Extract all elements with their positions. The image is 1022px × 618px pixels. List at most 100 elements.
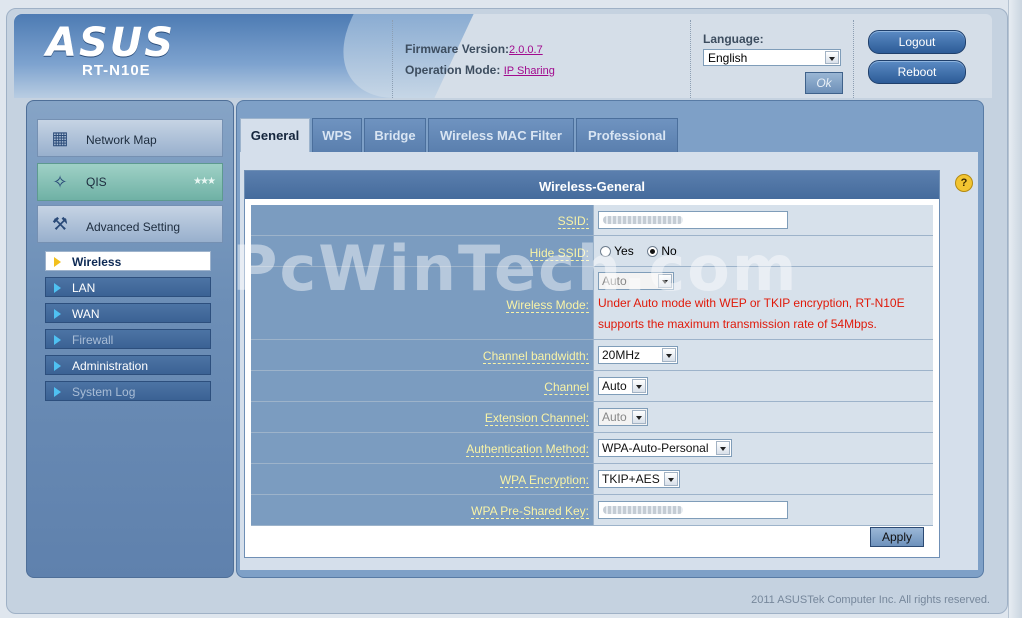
language-value: English [708,51,748,65]
magic-wand-icon: ✧ [52,172,68,192]
table-row: Extension Channel: Auto [251,402,933,433]
arrow-right-icon [54,387,61,397]
hide-ssid-label: Hide SSID: [529,246,589,261]
hide-ssid-yes-radio[interactable] [600,246,611,258]
table-row: Hide SSID: Yes No [251,236,933,267]
row-label-cell: Extension Channel: [251,402,594,432]
ssid-input[interactable] [598,211,788,229]
operation-mode-row: Operation Mode: IP Sharing [405,63,555,77]
row-value-cell: Yes No [594,236,933,266]
arrow-right-icon [54,361,61,371]
row-value-cell: Auto [594,371,933,401]
language-select[interactable]: English [703,49,841,66]
asus-logo: ASUS [46,20,176,66]
tab-bridge[interactable]: Bridge [364,118,426,152]
channel-bandwidth-value: 20MHz [602,348,641,362]
obscured-key [603,506,683,514]
wpa-psk-label: WPA Pre-Shared Key: [471,504,589,519]
row-value-cell [594,495,933,525]
wireless-mode-warning-line2: supports the maximum transmission rate o… [598,317,877,331]
tab-wps[interactable]: WPS [312,118,362,152]
extension-channel-value: Auto [602,410,627,424]
window-edge [1008,0,1022,618]
tab-professional[interactable]: Professional [576,118,678,152]
copyright-footer: 2011 ASUSTek Computer Inc. All rights re… [751,594,990,606]
extension-channel-label: Extension Channel: [484,411,589,426]
channel-select[interactable]: Auto [598,377,648,395]
chevron-down-icon [632,410,646,424]
tab-wireless-mac-filter[interactable]: Wireless MAC Filter [428,118,574,152]
sidebar-item-label: Firewall [72,333,114,347]
language-label: Language: [703,32,764,46]
auth-method-label: Authentication Method: [466,442,589,457]
chevron-down-icon [664,472,678,486]
arrow-right-icon [54,257,61,267]
menu-label: Advanced Setting [86,220,181,234]
sidebar-item-firewall[interactable]: Firewall [45,329,211,349]
sidebar-item-label: LAN [72,281,96,295]
sidebar-item-lan[interactable]: LAN [45,277,211,297]
row-label-cell: Authentication Method: [251,433,594,463]
obscured-ssid [603,216,683,224]
firmware-row: Firmware Version:2.0.0.7 [405,42,543,56]
table-row: Channel bandwidth: 20MHz [251,340,933,371]
menu-network-map[interactable]: ▦ Network Map [37,119,223,157]
sidebar: ▦ Network Map ✧ QIS ★★★ ⚒ Advanced Setti… [26,100,234,578]
channel-label: Channel [544,380,589,395]
sidebar-item-label: Administration [72,359,149,373]
firmware-block: Firmware Version:2.0.0.7 Operation Mode:… [392,20,691,98]
firmware-link[interactable]: 2.0.0.7 [509,44,543,56]
wireless-general-panel: Wireless-General SSID: Hide SSID: Yes No [244,170,940,558]
table-row: WPA Encryption: TKIP+AES [251,464,933,495]
operation-mode-link[interactable]: IP Sharing [504,65,555,77]
row-label-cell: SSID: [251,205,594,235]
row-label-cell: Hide SSID: [251,236,594,266]
channel-bandwidth-select[interactable]: 20MHz [598,346,678,364]
reboot-button[interactable]: Reboot [868,60,966,84]
wireless-mode-select[interactable]: Auto [598,272,674,290]
arrow-right-icon [54,335,61,345]
auth-method-value: WPA-Auto-Personal [602,441,709,455]
menu-label: QIS [86,175,107,189]
language-ok-button[interactable]: Ok [805,72,843,94]
menu-qis[interactable]: ✧ QIS ★★★ [37,163,223,201]
tab-general[interactable]: General [240,118,310,154]
wireless-mode-label: Wireless Mode: [506,298,589,313]
hide-ssid-no-radio[interactable] [647,246,659,258]
table-row: Channel Auto [251,371,933,402]
chevron-down-icon [716,441,730,455]
menu-label: Network Map [86,133,157,147]
row-label-cell: WPA Encryption: [251,464,594,494]
row-value-cell: Auto Under Auto mode with WEP or TKIP en… [594,267,933,339]
apply-button[interactable]: Apply [870,527,924,547]
menu-advanced-setting[interactable]: ⚒ Advanced Setting [37,205,223,243]
help-icon[interactable]: ? [955,174,973,192]
table-row: SSID: [251,205,933,236]
row-value-cell [594,205,933,235]
table-row: Wireless Mode: Auto Under Auto mode with… [251,267,933,340]
sidebar-item-system-log[interactable]: System Log [45,381,211,401]
operation-mode-label: Operation Mode: [405,63,501,77]
extension-channel-select[interactable]: Auto [598,408,648,426]
arrow-right-icon [54,309,61,319]
wireless-mode-value: Auto [602,274,627,288]
logout-button[interactable]: Logout [868,30,966,54]
sidebar-item-wan[interactable]: WAN [45,303,211,323]
ssid-label: SSID: [557,214,589,229]
row-label-cell: Channel [251,371,594,401]
row-value-cell: WPA-Auto-Personal [594,433,933,463]
tools-icon: ⚒ [51,214,69,234]
chevron-down-icon [658,274,672,288]
auth-method-select[interactable]: WPA-Auto-Personal [598,439,732,457]
model-name: RT-N10E [82,62,151,79]
sidebar-item-wireless[interactable]: Wireless [45,251,211,271]
sidebar-item-administration[interactable]: Administration [45,355,211,375]
wpa-psk-input[interactable] [598,501,788,519]
sidebar-item-label: System Log [72,385,136,399]
channel-bandwidth-label: Channel bandwidth: [482,349,589,364]
wpa-encryption-select[interactable]: TKIP+AES [598,470,680,488]
hide-ssid-yes-label: Yes [614,244,634,258]
wpa-encryption-label: WPA Encryption: [499,473,589,488]
wpa-encryption-value: TKIP+AES [602,472,660,486]
network-map-icon: ▦ [51,128,69,148]
